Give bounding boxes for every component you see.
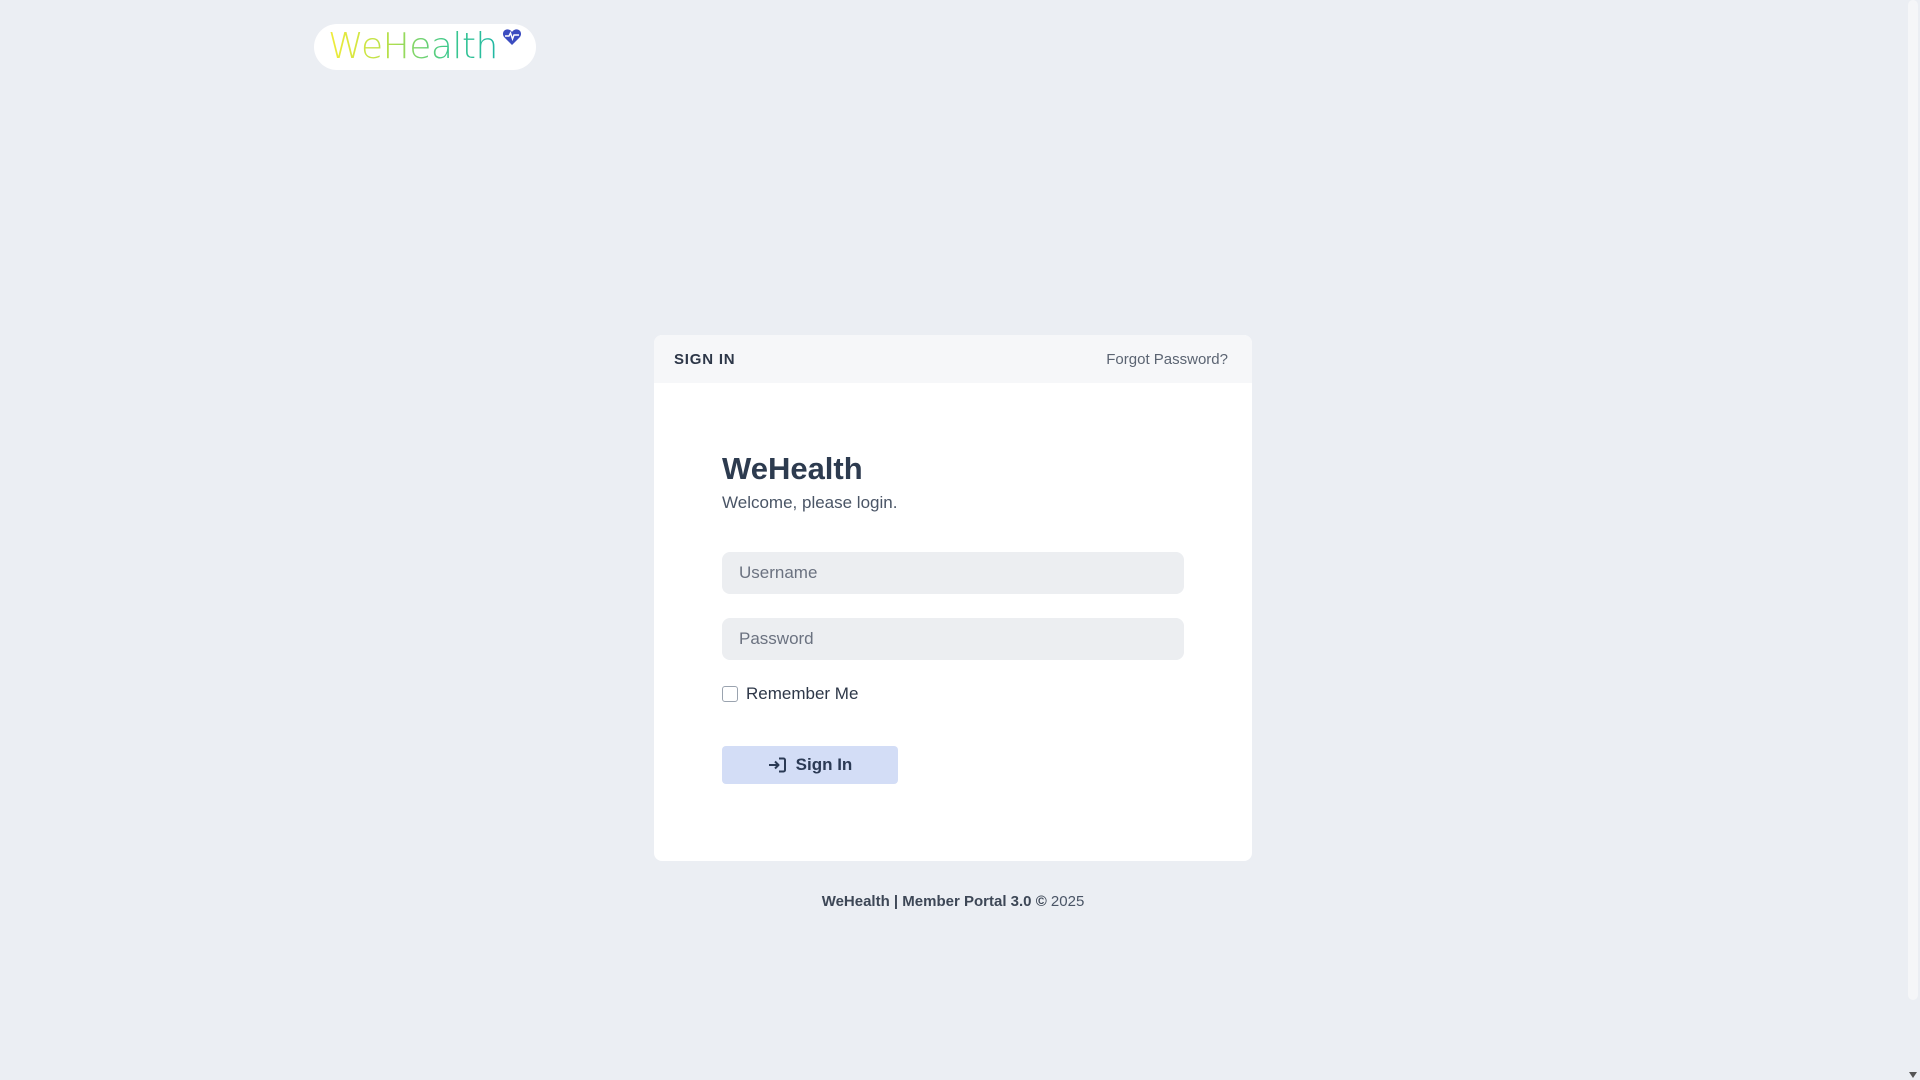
username-input[interactable] <box>722 552 1184 594</box>
footer-year: 2025 <box>1050 893 1085 910</box>
forgot-password-link[interactable]: Forgot Password? <box>1106 351 1228 368</box>
remember-me[interactable]: Remember Me <box>722 684 1184 704</box>
sign-in-button[interactable]: Sign In <box>722 746 898 784</box>
sign-in-label: Sign In <box>795 755 853 774</box>
sign-in-icon <box>768 757 786 773</box>
remember-me-label: Remember Me <box>746 684 859 703</box>
footer-app-name: WeHealth | Member Portal 3.0 <box>821 893 1032 910</box>
password-input[interactable] <box>722 618 1184 660</box>
card-header: SIGN IN Forgot Password? <box>654 335 1252 383</box>
scroll-down-arrow-icon[interactable] <box>1909 1072 1917 1078</box>
footer-copyright-symbol: © <box>1035 893 1047 910</box>
welcome-subtitle: Welcome, please login. <box>722 493 898 512</box>
footer: WeHealth | Member Portal 3.0 © 2025 <box>654 893 1252 910</box>
remember-me-checkbox[interactable] <box>722 686 738 702</box>
scrollbar-thumb[interactable] <box>1908 0 1918 1000</box>
sign-in-card: SIGN IN Forgot Password? WeHealth Welcom… <box>654 335 1252 861</box>
card-title: SIGN IN <box>674 350 736 368</box>
heart-pulse-icon <box>502 29 522 45</box>
card-body: WeHealth Welcome, please login. Remember… <box>654 451 1252 784</box>
login-page: WeHealth SIGN IN Forgot Password? WeHeal… <box>0 0 1920 1080</box>
wehealth-logo[interactable]: WeHealth <box>314 24 536 70</box>
brand-heading: WeHealth <box>722 451 863 486</box>
vertical-scrollbar[interactable] <box>1906 0 1920 1080</box>
logo-text: WeHealth <box>328 26 498 67</box>
